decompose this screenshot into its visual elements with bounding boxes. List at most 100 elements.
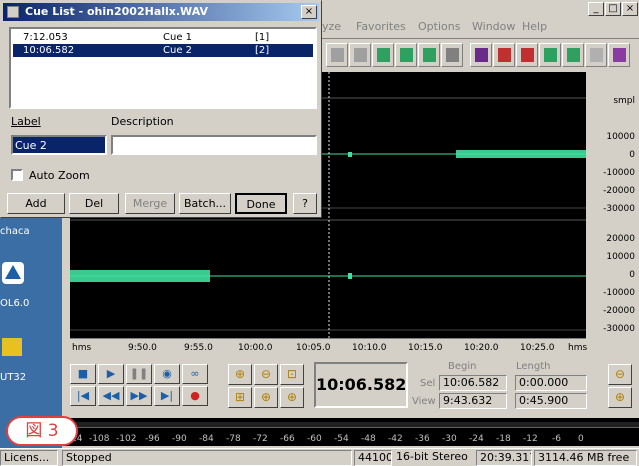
sel-length-field[interactable]: 0:00.000 [515,375,587,391]
sel-label: Sel [420,378,436,389]
y-tick: -10000 [603,288,635,298]
waveform-burst [70,270,210,282]
zoom-left-icon[interactable]: ⊕ [254,387,278,408]
list-item-selected[interactable]: 10:06.582 Cue 2 [2] [13,44,313,57]
toolbar [322,40,639,72]
zoom-out-icon[interactable]: ⊖ [254,364,278,385]
zoom-full-icon[interactable]: ⊡ [280,364,304,385]
y-tick: 20000 [606,234,635,244]
description-input[interactable] [111,135,317,155]
pause-button[interactable]: ❚❚ [126,364,152,384]
menu-help[interactable]: Help [522,20,547,33]
dialog-title-bar[interactable]: Cue List - ohin2002Hallx.WAV [3,3,319,21]
y-tick: 10000 [606,132,635,142]
desktop-label: chaca [0,226,30,237]
batch-button[interactable]: Batch... [179,193,231,214]
menu-options[interactable]: Options [418,20,460,33]
play-to-end-button[interactable]: ◉ [154,364,180,384]
desktop-label: OL6.0 [0,298,30,309]
x-tick: 10:10.0 [352,343,387,353]
tool-button[interactable] [608,43,630,67]
meter-tick: -60 [307,434,322,444]
status-rate: 44100 [354,450,392,466]
tool-button[interactable] [470,43,492,67]
figure-badge: 図 3 [6,416,78,446]
cue-list[interactable]: 7:12.053 Cue 1 [1] 10:06.582 Cue 2 [2] [9,27,317,109]
done-button[interactable]: Done [235,193,287,214]
label-input[interactable] [11,135,107,155]
tool-button[interactable] [539,43,561,67]
y-tick: 0 [629,270,635,280]
app-icon[interactable] [2,262,24,284]
tool-button[interactable] [395,43,417,67]
help-button[interactable]: ? [293,193,317,214]
stop-button[interactable]: ■ [70,364,96,384]
vertical-zoom-out-icon[interactable]: ⊖ [608,364,632,385]
meter-tick: 0 [578,434,584,444]
loop-button[interactable]: ∞ [182,364,208,384]
y-unit: smpl [613,96,635,106]
x-tick: 10:00.0 [238,343,273,353]
add-button[interactable]: Add [7,193,65,214]
begin-label: Begin [448,361,477,372]
meter-tick: -96 [145,434,160,444]
meter-tick: -36 [415,434,430,444]
view-length-field[interactable]: 0:45.900 [515,393,587,409]
minimize-button[interactable]: _ [588,2,604,16]
taskbar-button[interactable]: Licens... [0,450,58,466]
zoom-in-icon[interactable]: ⊕ [228,364,252,385]
x-tick: 9:55.0 [184,343,213,353]
tool-button[interactable] [441,43,463,67]
go-start-button[interactable]: |◀ [70,386,96,406]
status-free-space: 3114.46 MB free [534,450,637,466]
merge-button[interactable]: Merge [125,193,175,214]
auto-zoom-checkbox[interactable] [11,169,23,181]
view-label: View [412,396,436,407]
x-tick: hms [72,343,92,353]
tool-button[interactable] [372,43,394,67]
cue-name: Cue 2 [163,45,193,56]
del-button[interactable]: Del [69,193,119,214]
go-end-button[interactable]: ▶| [154,386,180,406]
tool-button[interactable] [349,43,371,67]
tool-button[interactable] [493,43,515,67]
cue-list-dialog: Cue List - ohin2002Hallx.WAV × 7:12.053 … [0,0,322,218]
view-begin-field[interactable]: 9:43.632 [439,393,507,409]
meter-tick: -42 [388,434,403,444]
fast-forward-button[interactable]: ▶▶ [126,386,152,406]
tool-button[interactable] [418,43,440,67]
tool-button[interactable] [516,43,538,67]
menu-favorites[interactable]: Favorites [356,20,406,33]
close-button[interactable]: × [622,2,638,16]
app-icon[interactable] [2,338,22,356]
status-channels: Stereo [432,450,468,463]
meter-tick: -54 [334,434,349,444]
meter-tick: -78 [226,434,241,444]
play-button[interactable]: ▶ [98,364,124,384]
tool-button[interactable] [585,43,607,67]
time-display: 10:06.582 [314,362,408,408]
zoom-right-icon[interactable]: ⊕ [280,387,304,408]
sel-begin-field[interactable]: 10:06.582 [439,375,507,391]
tool-button[interactable] [562,43,584,67]
meter-tick: -72 [253,434,268,444]
status-bits: 16-bit [396,450,429,463]
zoom-selection-icon[interactable]: ⊞ [228,387,252,408]
meter-tick: -18 [496,434,511,444]
vertical-zoom-in-icon[interactable]: ⊕ [608,387,632,408]
menu-window[interactable]: Window [472,20,515,33]
close-icon[interactable]: × [301,5,317,19]
rewind-button[interactable]: ◀◀ [98,386,124,406]
cue-name: Cue 1 [163,32,193,43]
menu-analyze[interactable]: yze [322,20,341,33]
maximize-button[interactable]: □ [605,2,621,16]
meter-tick: -30 [442,434,457,444]
desktop-label: UT32 [0,372,27,383]
dialog-title: Cue List - ohin2002Hallx.WAV [25,5,208,18]
record-button[interactable]: ● [182,386,208,406]
list-item[interactable]: 7:12.053 Cue 1 [1] [13,31,313,44]
transport-panel: ■ ▶ ❚❚ ◉ ∞ |◀ ◀◀ ▶▶ ▶| ● ⊕ ⊖ ⊡ ⊞ ⊕ ⊕ 10:… [62,356,639,416]
y-tick: -30000 [603,204,635,214]
tool-button[interactable] [326,43,348,67]
meter-tick: -6 [552,434,561,444]
